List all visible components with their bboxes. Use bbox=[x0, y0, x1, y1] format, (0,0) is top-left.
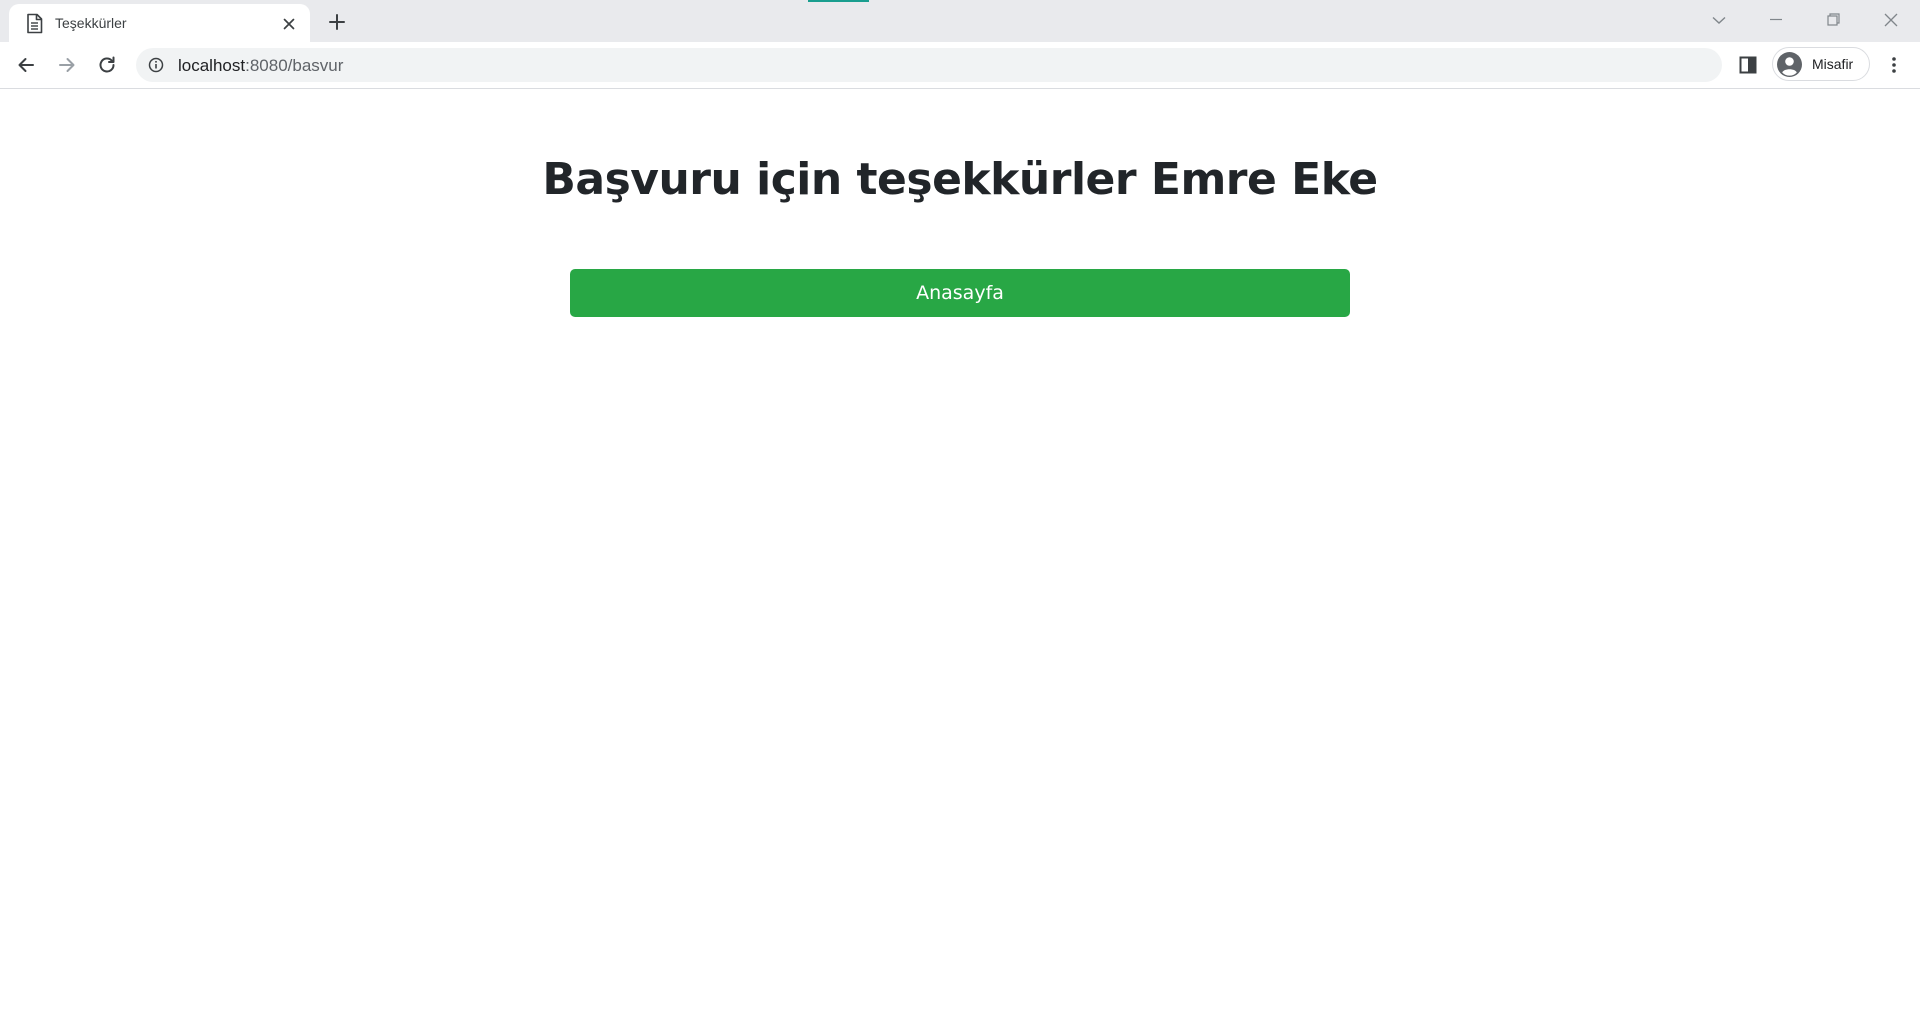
forward-arrow-icon[interactable] bbox=[55, 53, 79, 77]
tab-title: Teşekkürler bbox=[55, 15, 127, 31]
url-path: :8080/basvur bbox=[245, 56, 344, 75]
back-arrow-icon[interactable] bbox=[14, 53, 38, 77]
browser-toolbar: localhost:8080/basvur Misafir bbox=[0, 42, 1920, 89]
home-button[interactable]: Anasayfa bbox=[570, 269, 1350, 317]
plus-icon[interactable] bbox=[325, 10, 349, 34]
minimize-icon[interactable] bbox=[1764, 8, 1788, 32]
close-icon[interactable] bbox=[281, 16, 297, 32]
side-panel-icon[interactable] bbox=[1736, 53, 1760, 77]
restore-icon[interactable] bbox=[1821, 8, 1845, 32]
browser-tab[interactable]: Teşekkürler bbox=[9, 4, 310, 42]
address-bar[interactable]: localhost:8080/basvur bbox=[136, 48, 1722, 82]
url-host: localhost bbox=[178, 56, 246, 75]
page-title: Başvuru için teşekkürler Emre Eke bbox=[542, 154, 1378, 205]
profile-button[interactable]: Misafir bbox=[1772, 47, 1870, 81]
chevron-down-icon[interactable] bbox=[1707, 8, 1731, 32]
window-close-icon[interactable] bbox=[1879, 8, 1903, 32]
kebab-menu-icon[interactable] bbox=[1882, 53, 1906, 77]
document-icon bbox=[25, 13, 44, 34]
tab-strip: Teşekkürler bbox=[0, 0, 1920, 42]
tab-strip-accent bbox=[808, 0, 869, 2]
info-icon[interactable] bbox=[148, 57, 164, 73]
reload-icon[interactable] bbox=[95, 53, 119, 77]
profile-label: Misafir bbox=[1812, 56, 1854, 72]
avatar-icon bbox=[1776, 51, 1803, 78]
address-url[interactable]: localhost:8080/basvur bbox=[178, 56, 343, 76]
